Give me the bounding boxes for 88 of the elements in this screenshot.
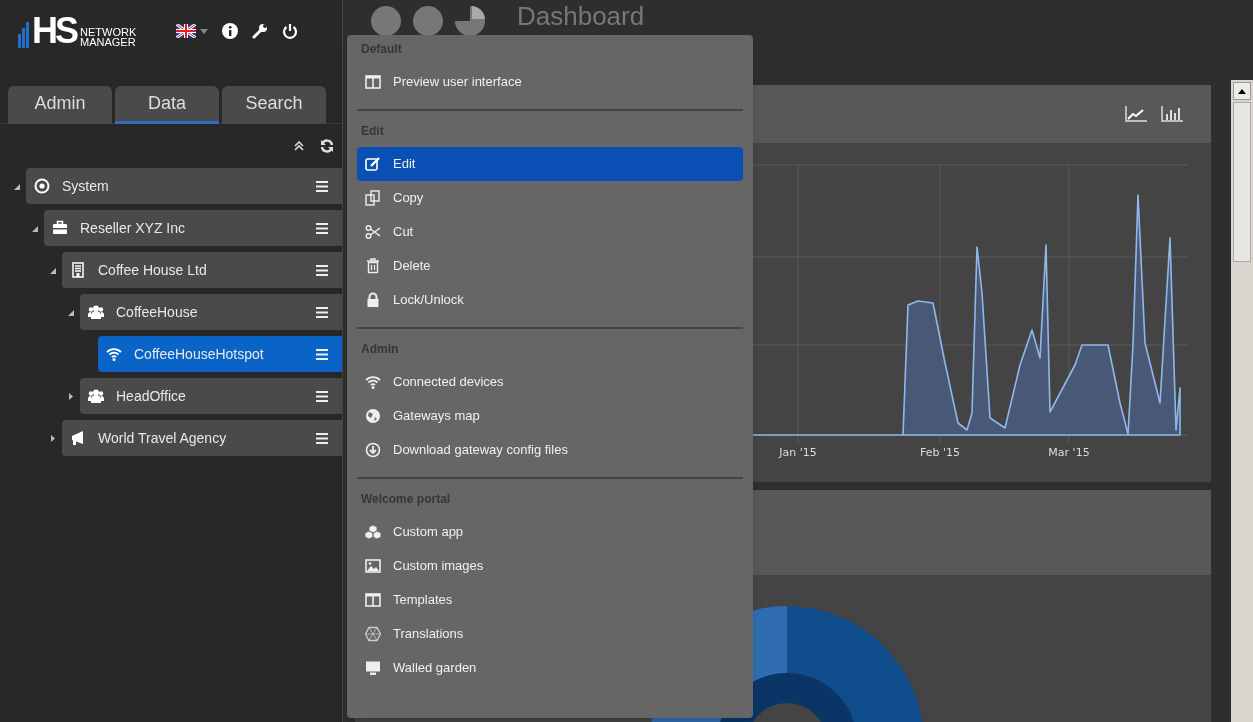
language-dropdown[interactable] (176, 24, 209, 38)
axis-label: Jan '15 (779, 445, 817, 461)
tree-item-label: Coffee House Ltd (98, 260, 208, 280)
scroll-up-icon[interactable] (1238, 88, 1246, 94)
back-circle-icon[interactable] (371, 6, 401, 36)
pie-chart-icon (455, 6, 485, 36)
tree-item-label: HeadOffice (116, 386, 187, 406)
tree-item-label: Reseller XYZ Inc (80, 218, 187, 238)
forward-circle-icon[interactable] (413, 6, 443, 36)
refresh-icon[interactable] (320, 139, 334, 153)
tab[interactable]: Search (222, 86, 326, 124)
menu-item[interactable]: Delete (357, 249, 743, 283)
collapse-all-icon[interactable] (294, 141, 304, 151)
tree-item-label: World Travel Agency (98, 428, 228, 448)
caret-icon (200, 28, 209, 34)
globe-icon (365, 408, 381, 424)
tree-item[interactable]: Reseller XYZ Inc (44, 210, 342, 246)
megaphone-icon (70, 430, 86, 446)
tree-item[interactable]: World Travel Agency (62, 420, 342, 456)
menu-item[interactable]: Custom images (357, 549, 743, 583)
wifi-icon (365, 374, 381, 390)
menu-item[interactable]: Lock/Unlock (357, 283, 743, 317)
tab[interactable]: Data (115, 86, 219, 124)
axis-label: Feb '15 (920, 445, 960, 461)
menu-icon[interactable] (316, 222, 328, 234)
menu-item[interactable]: Connected devices (357, 365, 743, 399)
menu-icon[interactable] (316, 390, 328, 402)
menu-icon[interactable] (316, 432, 328, 444)
target-icon (34, 178, 50, 194)
menu-item[interactable]: Templates (357, 583, 743, 617)
expanded-arrow-icon[interactable] (68, 308, 74, 316)
menu-icon[interactable] (316, 264, 328, 276)
tree-item-label: CoffeeHouse (116, 302, 199, 322)
copy-icon (365, 190, 381, 206)
menu-item[interactable]: Copy (357, 181, 743, 215)
tree-item[interactable]: System (26, 168, 342, 204)
menu-item[interactable]: Cut (357, 215, 743, 249)
people-icon (88, 388, 104, 404)
tree-item[interactable]: HeadOffice (80, 378, 342, 414)
tree-item[interactable]: CoffeeHouseHotspot (98, 336, 342, 372)
menu-item[interactable]: Walled garden (357, 651, 743, 685)
columns-icon (365, 592, 381, 608)
menu-item[interactable]: Custom app (357, 515, 743, 549)
collapsed-arrow-icon[interactable] (68, 392, 74, 400)
line-chart-icon[interactable] (1125, 106, 1147, 122)
expanded-arrow-icon[interactable] (32, 224, 38, 232)
menu-icon[interactable] (316, 180, 328, 192)
trash-icon (365, 258, 381, 274)
menu-item[interactable]: Edit (357, 147, 743, 181)
monitor-icon (365, 660, 381, 676)
hexagon-icon (365, 626, 381, 642)
tree-item[interactable]: Coffee House Ltd (62, 252, 342, 288)
menu-item[interactable]: Gateways map (357, 399, 743, 433)
axis-label: Mar '15 (1048, 445, 1090, 461)
scrollbar-thumb[interactable] (1233, 102, 1251, 262)
power-icon[interactable] (282, 23, 299, 39)
logo-text: NETWORK (80, 27, 137, 37)
wrench-icon[interactable] (252, 23, 269, 39)
scrollbar[interactable] (1231, 80, 1253, 722)
cubes-icon (365, 524, 381, 540)
expanded-arrow-icon[interactable] (50, 266, 56, 274)
scissors-icon (365, 224, 381, 240)
lock-icon (365, 292, 381, 308)
info-icon[interactable] (222, 23, 239, 39)
logo-mark: HS (32, 14, 76, 48)
menu-icon[interactable] (316, 348, 328, 360)
building-icon (70, 262, 86, 278)
briefcase-icon (52, 220, 68, 236)
columns-icon (365, 74, 381, 90)
menu-item[interactable]: Translations (357, 617, 743, 651)
tab[interactable]: Admin (8, 86, 112, 124)
tree-item-label: CoffeeHouseHotspot (134, 344, 265, 364)
tree-item-label: System (62, 176, 110, 196)
edit-icon (365, 156, 381, 172)
collapsed-arrow-icon[interactable] (50, 434, 56, 442)
wifi-icon (106, 346, 122, 362)
page-title: Dashboard (517, 2, 645, 30)
bar-chart-icon[interactable] (1161, 106, 1183, 122)
flag-icon (176, 24, 197, 38)
people-icon (88, 304, 104, 320)
logo-text: MANAGER (80, 37, 137, 47)
menu-item[interactable]: Download gateway config files (357, 433, 743, 467)
tree-item[interactable]: CoffeeHouse (80, 294, 342, 330)
menu-item[interactable]: Preview user interface (357, 65, 743, 99)
download-circle-icon (365, 442, 381, 458)
menu-icon[interactable] (316, 306, 328, 318)
expanded-arrow-icon[interactable] (14, 182, 20, 190)
image-icon (365, 558, 381, 574)
